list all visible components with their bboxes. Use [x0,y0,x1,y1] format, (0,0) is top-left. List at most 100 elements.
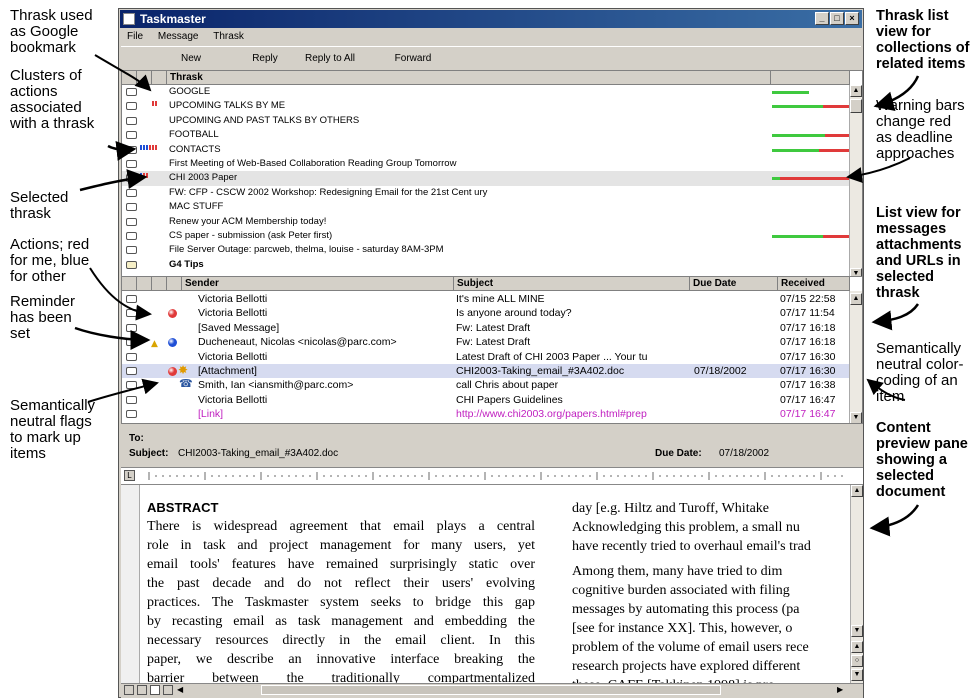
document-line: by recasting email as task management an… [147,614,535,629]
message-row[interactable]: ☎ Smith, Ian <iansmith@parc.com> call Chri… [122,377,849,392]
header-flag-col [137,71,152,85]
message-row[interactable]: ▲ Ducheneaut, Nicolas <nicolas@parc.com> F… [122,335,849,349]
forward-button[interactable]: Forward [387,47,439,71]
message-received: 07/17 16:30 [780,350,836,363]
message-subject: CHI2003-Taking_email_#3A402.doc [456,365,625,377]
thrask-label: File Server Outage: parcweb, thelma, lou… [169,244,444,256]
document-line: cognitive burden associated with filing [572,583,790,598]
scroll-right-button[interactable]: ▶ [837,685,847,695]
close-button[interactable]: × [845,12,859,25]
message-row[interactable]: Victoria Bellotti It's mine ALL MINE 07/15… [122,292,849,306]
thrask-row[interactable]: UPCOMING AND PAST TALKS BY OTHERS [122,114,849,128]
thrask-row[interactable]: CS paper - submission (ask Peter first) [122,229,850,243]
normal-view-button[interactable] [124,685,134,695]
reply-all-button[interactable]: Reply to All [297,47,363,71]
thrask-icon [126,203,137,212]
document-scrollbar[interactable]: ▲ ▼ ▲ ○ ▼ [850,485,863,683]
outline-view-button[interactable] [163,685,173,695]
message-row[interactable]: Victoria Bellotti CHI Papers Guidelines 07… [122,393,849,407]
document-line: practices. The Taskmaster system seeks t… [147,595,535,610]
subject-value: CHI2003-Taking_email_#3A402.doc [178,448,339,459]
doc-scroll-up-button[interactable]: ▲ [851,485,863,497]
title-bar[interactable]: Taskmaster _ □ × [120,10,862,28]
prev-page-button[interactable]: ▲ [851,641,863,653]
thrask-row[interactable]: File Server Outage: parcweb, thelma, lou… [122,243,849,257]
thrask-label: First Meeting of Web-Based Collaboration… [169,158,457,169]
thrask-row[interactable]: UPCOMING TALKS BY ME [122,99,850,113]
taskmaster-window: Taskmaster _ □ × File Message Thrask New… [118,8,864,698]
next-page-button[interactable]: ▼ [851,669,863,681]
due-date-column-header[interactable]: Due Date [690,277,778,291]
message-row[interactable]: [Link] http://www.chi2003.org/papers.html… [122,407,849,421]
new-button[interactable]: New [171,47,211,71]
thrask-label: Renew your ACM Membership today! [169,215,327,227]
msg-header-icon-col [122,277,137,291]
app-icon [123,13,135,25]
thrask-row[interactable]: GOOGLE [122,85,849,99]
sender-column-header[interactable]: Sender [182,277,454,291]
thrask-row[interactable]: FOOTBALL [122,128,850,142]
thrask-row[interactable]: Renew your ACM Membership today! [122,215,849,229]
thrask-scrollbar[interactable]: ▲ ▼ [849,85,862,279]
document-line: Among them, many have tried to dim [572,564,783,579]
message-row[interactable]: Victoria Bellotti Latest Draft of CHI 200… [122,350,849,364]
warning-bar-green [772,148,819,152]
scroll-left-button[interactable]: ◀ [177,685,187,695]
menu-thrask[interactable]: Thrask [213,31,244,42]
thrask-row[interactable]: FW: CFP - CSCW 2002 Workshop: Redesignin… [122,186,849,200]
thrask-row[interactable]: First Meeting of Web-Based Collaboration… [122,157,849,171]
annotation-neutral-flags: Semantically neutral flags to mark up it… [10,397,96,462]
scroll-thumb[interactable] [850,99,862,113]
horizontal-scroll-thumb[interactable] [261,685,721,695]
reply-button[interactable]: Reply [243,47,287,71]
envelope-icon [126,395,137,404]
thrask-icon [126,116,137,125]
msg-header-flag-col [152,277,167,291]
thrask-row[interactable]: CHI 2003 Paper [122,171,850,186]
message-scrollbar[interactable]: ▲ ▼ [849,291,862,423]
message-row[interactable]: [Saved Message] Fw: Latest Draft 07/17 16:… [122,321,849,335]
red-action-flag [143,173,145,179]
envelope-icon [126,309,137,318]
thrask-row[interactable]: G4 Tips [122,258,849,272]
warning-bar-green [772,235,823,238]
document-column-1: ABSTRACT There is widespread agreement t… [147,499,535,683]
subject-column-header[interactable]: Subject [454,277,690,291]
red-action-flag [149,144,151,150]
message-row[interactable]: ✸ [Attachment] CHI2003-Taking_email_#3A402… [122,363,849,379]
received-column-header[interactable]: Received [778,277,850,291]
thrask-row[interactable]: CONTACTS [122,143,850,157]
menu-message[interactable]: Message [158,31,199,42]
annotation-google-bookmark: Thrask used as Google bookmark [10,7,93,56]
message-received: 07/17 11:54 [780,307,835,320]
starburst-flag-icon: ✸ [178,363,189,377]
select-browse-button[interactable]: ○ [851,655,863,667]
message-sender: [Saved Message] [198,321,280,334]
annotation-color-coding: Semantically neutral color- coding of an… [876,340,964,405]
message-sender: Victoria Bellotti [198,307,268,320]
thrask-icon [126,246,137,255]
ruler[interactable]: L [121,467,863,485]
thrask-list-pane: Thrask GOOGLE UPCOMING TALKS BY ME UPCOMIN… [121,70,863,280]
scroll-up-button[interactable]: ▲ [850,85,862,97]
thrask-bar-column-header[interactable] [771,71,850,85]
action-flags [140,173,148,179]
maximize-button[interactable]: □ [830,12,844,25]
message-due-date: 07/18/2002 [694,365,747,377]
web-view-button[interactable] [137,685,147,695]
doc-scroll-down-button[interactable]: ▼ [851,625,863,637]
document-line: [see for instance XX]. This, however, o [572,621,793,636]
mail-icon [126,260,137,269]
thrask-column-header[interactable]: Thrask [167,71,771,85]
message-sender: Victoria Bellotti [198,293,268,305]
msg-scroll-down-button[interactable]: ▼ [850,412,862,423]
msg-scroll-up-button[interactable]: ▲ [850,293,862,305]
message-subject: Latest Draft of CHI 2003 Paper ... Your … [456,350,648,363]
print-view-button[interactable] [150,685,160,695]
menu-file[interactable]: File [127,31,143,42]
minimize-button[interactable]: _ [815,12,829,25]
envelope-icon [126,323,137,332]
thrask-label: UPCOMING TALKS BY ME [169,100,286,112]
message-row[interactable]: Victoria Bellotti Is anyone around today?… [122,306,849,320]
thrask-row[interactable]: MAC STUFF [122,200,849,214]
